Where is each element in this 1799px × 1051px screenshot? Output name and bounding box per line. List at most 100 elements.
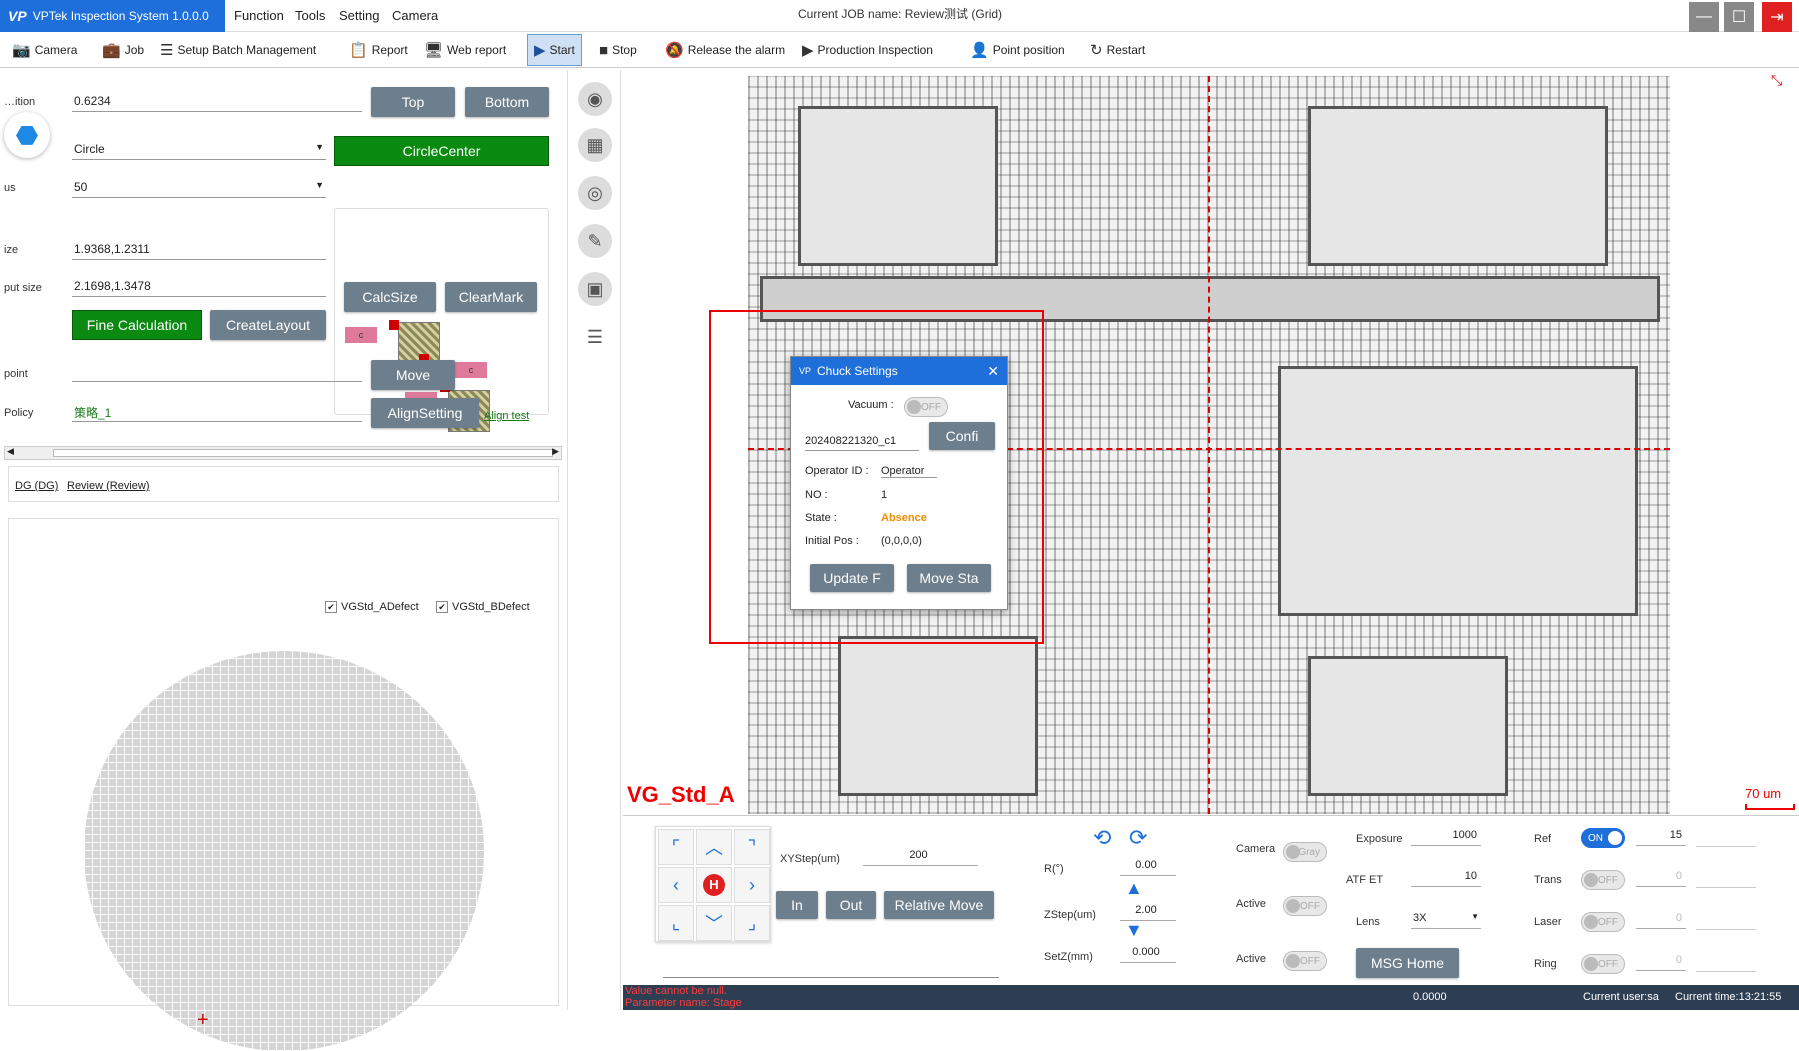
point-field[interactable] <box>72 360 362 382</box>
fine-calculation-button[interactable]: Fine Calculation <box>72 310 202 340</box>
create-layout-button[interactable]: CreateLayout <box>210 310 326 340</box>
job-button[interactable]: 💼 Job <box>102 34 144 66</box>
operator-field[interactable]: Operator <box>881 465 937 478</box>
zstep-field[interactable]: 2.00 <box>1120 901 1176 921</box>
menu-setting[interactable]: Setting <box>339 8 379 23</box>
id-field[interactable]: 202408221320_c1 <box>805 429 919 451</box>
move-stage-button[interactable]: Move Sta <box>907 564 991 592</box>
scroll-left-icon[interactable]: ◀ <box>7 446 14 457</box>
arrow-up-left-icon[interactable]: ⌜ <box>658 829 694 865</box>
wafer-map[interactable] <box>84 651 484 1051</box>
arrow-down-right-icon[interactable]: ⌟ <box>734 905 770 941</box>
align-setting-button[interactable]: AlignSetting <box>371 398 479 428</box>
active-toggle-1[interactable]: OFF <box>1283 896 1327 916</box>
ref-field[interactable]: 15 <box>1636 826 1686 846</box>
arrow-up-right-icon[interactable]: ⌝ <box>734 829 770 865</box>
z-down-icon[interactable]: ▼ <box>1125 920 1143 941</box>
checkbox-icon[interactable]: ✔ <box>436 601 448 613</box>
image-icon[interactable]: ▣ <box>578 272 612 306</box>
output-size-field[interactable]: 2.1698,1.3478 <box>72 275 326 297</box>
target-icon[interactable]: ◎ <box>578 176 612 210</box>
rotate-cw-icon[interactable]: ⟳ <box>1129 825 1147 851</box>
ring-slider[interactable] <box>1696 971 1756 972</box>
top-button[interactable]: Top <box>371 87 455 117</box>
laser-slider[interactable] <box>1696 929 1756 930</box>
ring-field[interactable]: 0 <box>1636 951 1686 971</box>
assistant-logo-icon[interactable]: ⬣ <box>4 112 50 158</box>
minimize-icon[interactable]: — <box>1689 2 1719 32</box>
trans-field[interactable]: 0 <box>1636 867 1686 887</box>
out-button[interactable]: Out <box>826 891 876 919</box>
exposure-field[interactable]: 1000 <box>1411 826 1481 846</box>
position-field[interactable]: 0.6234 <box>72 90 362 112</box>
vacuum-toggle[interactable]: OFF <box>904 397 948 417</box>
maximize-icon[interactable]: ☐ <box>1724 2 1754 32</box>
r-field[interactable]: 0.00 <box>1120 856 1176 876</box>
circle-center-button[interactable]: CircleCenter <box>334 136 549 166</box>
check-a[interactable]: ✔ VGStd_ADefect <box>325 601 419 613</box>
msg-home-button[interactable]: MSG Home <box>1356 948 1459 978</box>
menu-camera[interactable]: Camera <box>392 8 438 23</box>
checklist-icon[interactable]: ☰ <box>578 320 612 354</box>
scroll-thumb[interactable] <box>53 449 553 457</box>
radius-select[interactable]: 50 ▼ <box>72 176 326 198</box>
ref-toggle[interactable]: ON <box>1581 828 1625 848</box>
trans-toggle[interactable]: OFF <box>1581 870 1625 890</box>
arrow-up-icon[interactable]: ︿ <box>696 829 732 865</box>
exit-icon[interactable]: ⇥ <box>1762 2 1792 32</box>
ruler-icon[interactable]: ✎ <box>578 224 612 258</box>
arrow-down-icon[interactable]: ﹀ <box>696 905 732 941</box>
camera-button[interactable]: 📷 Camera <box>12 34 77 66</box>
ref-slider[interactable] <box>1696 846 1756 847</box>
scroll-right-icon[interactable]: ▶ <box>552 446 559 457</box>
setz-field[interactable]: 0.000 <box>1120 943 1176 963</box>
web-report-button[interactable]: 🖥 Web report <box>424 34 506 66</box>
clear-mark-button[interactable]: ClearMark <box>445 282 537 312</box>
shape-select[interactable]: Circle ▼ <box>72 138 326 160</box>
relative-move-button[interactable]: Relative Move <box>884 891 994 919</box>
arrow-right-icon[interactable]: › <box>734 867 770 903</box>
point-position-button[interactable]: 👤 Point position <box>970 34 1065 66</box>
xystep-field[interactable]: 200 <box>863 846 978 866</box>
bottom-button[interactable]: Bottom <box>465 87 549 117</box>
lens-select[interactable]: 3X ▼ <box>1411 909 1481 929</box>
ring-toggle[interactable]: OFF <box>1581 954 1625 974</box>
horizontal-scrollbar[interactable]: ◀ ▶ <box>4 446 562 460</box>
z-up-icon[interactable]: ▲ <box>1125 878 1143 899</box>
menu-function[interactable]: Function <box>234 8 284 23</box>
confirm-button[interactable]: Confi <box>929 422 995 450</box>
arrow-down-left-icon[interactable]: ⌞ <box>658 905 694 941</box>
collapse-icon[interactable]: ⤡ <box>1771 72 1782 89</box>
home-button[interactable]: H <box>696 867 732 903</box>
production-inspection-button[interactable]: ▶ Production Inspection <box>802 34 933 66</box>
setup-batch-button[interactable]: ☰ Setup Batch Management <box>160 34 316 66</box>
stop-button[interactable]: ■ Stop <box>599 34 637 66</box>
atf-field[interactable]: 10 <box>1411 867 1481 887</box>
camera-gray-toggle[interactable]: Gray <box>1283 842 1327 862</box>
in-button[interactable]: In <box>776 891 818 919</box>
update-button[interactable]: Update F <box>810 564 894 592</box>
rotate-ccw-icon[interactable]: ⟲ <box>1093 825 1111 851</box>
start-button[interactable]: ▶ Start <box>527 34 582 66</box>
camera-icon[interactable]: ◉ <box>578 82 612 116</box>
restart-button[interactable]: ↻ Restart <box>1090 34 1145 66</box>
move-button[interactable]: Move <box>371 360 455 390</box>
tab-review[interactable]: Review (Review) <box>67 480 150 492</box>
size-field[interactable]: 1.9368,1.2311 <box>72 238 326 260</box>
laser-toggle[interactable]: OFF <box>1581 912 1625 932</box>
laser-field[interactable]: 0 <box>1636 909 1686 929</box>
policy-field[interactable]: 策略_1 <box>72 400 362 422</box>
align-test-link[interactable]: Align test <box>484 410 529 422</box>
menu-tools[interactable]: Tools <box>295 8 325 23</box>
arrow-left-icon[interactable]: ‹ <box>658 867 694 903</box>
active-toggle-2[interactable]: OFF <box>1283 951 1327 971</box>
calc-size-button[interactable]: CalcSize <box>344 282 436 312</box>
report-button[interactable]: 📋 Report <box>349 34 408 66</box>
checkbox-icon[interactable]: ✔ <box>325 601 337 613</box>
tab-dg[interactable]: DG (DG) <box>15 480 58 492</box>
grid-icon[interactable]: ▦ <box>578 128 612 162</box>
close-icon[interactable]: ✕ <box>987 363 999 380</box>
check-b[interactable]: ✔ VGStd_BDefect <box>436 601 530 613</box>
release-alarm-button[interactable]: 🔕 Release the alarm <box>665 34 785 66</box>
trans-slider[interactable] <box>1696 887 1756 888</box>
